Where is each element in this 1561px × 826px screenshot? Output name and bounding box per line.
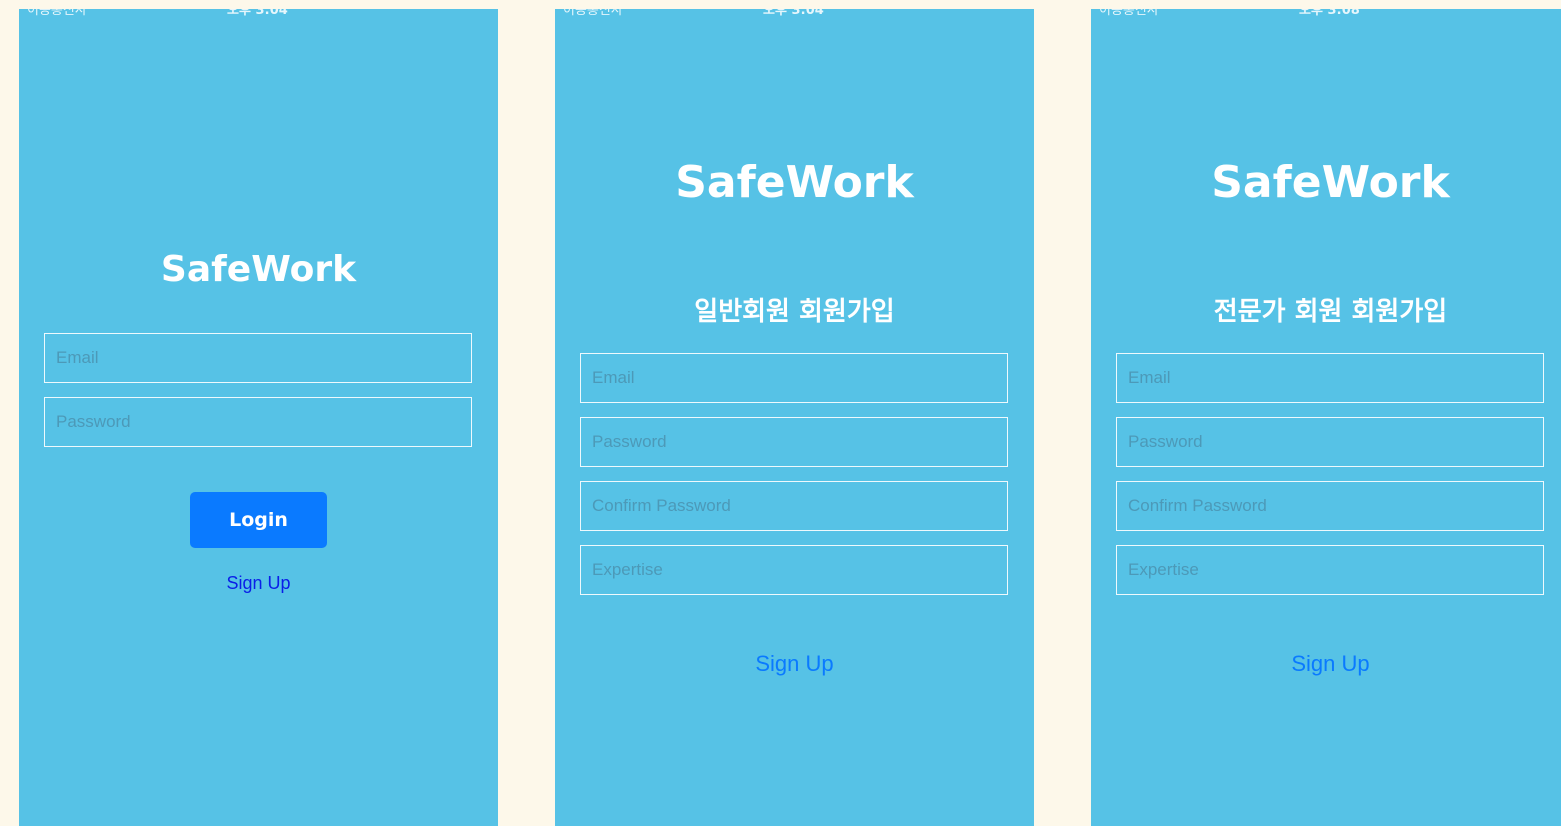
confirm-password-field[interactable] — [580, 481, 1008, 531]
password-field[interactable] — [580, 417, 1008, 467]
signup-subtitle: 일반회원 회원가입 — [694, 297, 895, 327]
status-time: 오후 3:04 — [227, 9, 288, 18]
expertise-field[interactable] — [1116, 545, 1544, 595]
sign-up-button[interactable]: Sign Up — [1091, 651, 1561, 677]
status-bar: 이동통신사 오후 3:04 — [19, 9, 498, 18]
status-carrier: 이동통신사 — [27, 9, 87, 18]
app-title: SafeWork — [160, 249, 357, 290]
status-time: 오후 3:08 — [1299, 9, 1360, 18]
email-field[interactable] — [580, 353, 1008, 403]
status-carrier: 이동통신사 — [1099, 9, 1159, 18]
signup-subtitle: 전문가 회원 회원가입 — [1213, 297, 1448, 327]
login-screen: 이동통신사 오후 3:04 SafeWork Login Sign Up — [19, 9, 498, 826]
password-field[interactable] — [1116, 417, 1544, 467]
status-carrier: 이동통신사 — [563, 9, 623, 18]
sign-up-link[interactable]: Sign Up — [19, 573, 498, 594]
email-field[interactable] — [1116, 353, 1544, 403]
expert-signup-screen: 이동통신사 오후 3:08 SafeWork 전문가 회원 회원가입 Sign … — [1091, 9, 1561, 826]
expertise-field[interactable] — [580, 545, 1008, 595]
login-button[interactable]: Login — [190, 492, 327, 548]
app-title: SafeWork — [1211, 157, 1450, 208]
confirm-password-field[interactable] — [1116, 481, 1544, 531]
status-bar: 이동통신사 오후 3:04 — [555, 9, 1034, 18]
email-field[interactable] — [44, 333, 472, 383]
sign-up-button[interactable]: Sign Up — [555, 651, 1034, 677]
general-signup-screen: 이동통신사 오후 3:04 SafeWork 일반회원 회원가입 Sign Up — [555, 9, 1034, 826]
app-title: SafeWork — [675, 157, 914, 208]
password-field[interactable] — [44, 397, 472, 447]
status-bar: 이동통신사 오후 3:08 — [1091, 9, 1561, 18]
status-time: 오후 3:04 — [763, 9, 824, 18]
